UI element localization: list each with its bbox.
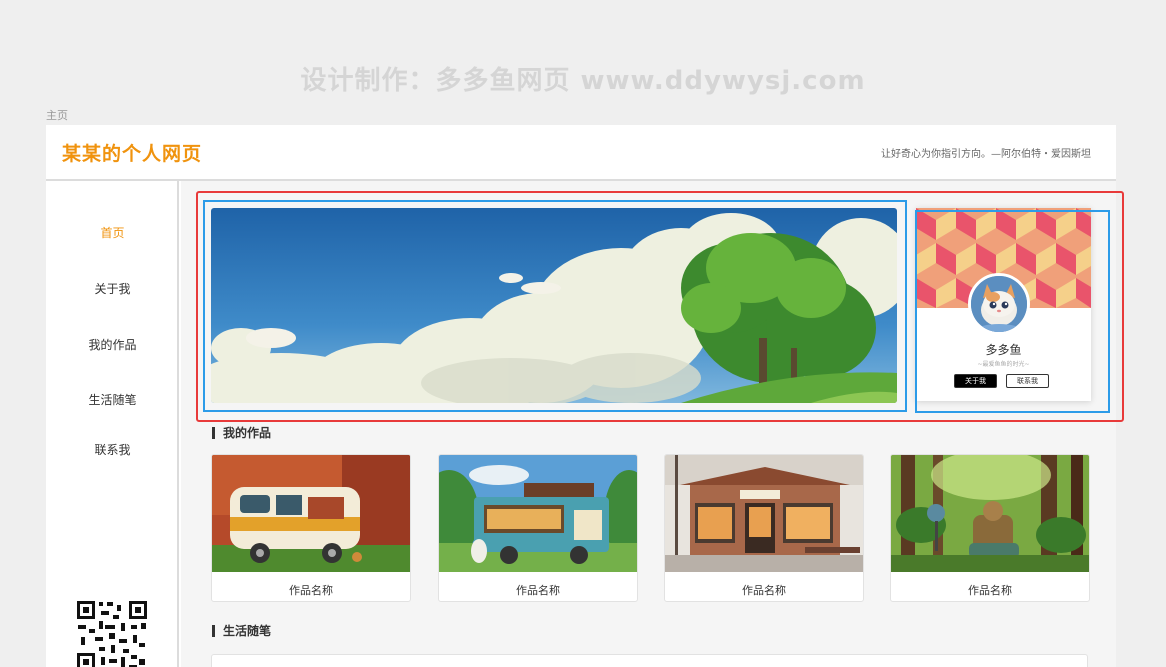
qr-code-icon bbox=[75, 599, 149, 667]
main-content: 多多鱼 ~最爱鱼鱼的时光~ 关于我 联系我 我的作品 作品名称 作品名称 作品名… bbox=[181, 181, 1124, 667]
page-label: 主页 bbox=[46, 109, 68, 122]
site-header: 某某的个人网页 让好奇心为你指引方向。—阿尔伯特・爱因斯坦 bbox=[46, 125, 1116, 181]
sidebar-item-works[interactable]: 我的作品 bbox=[46, 336, 179, 353]
work-image bbox=[212, 455, 410, 572]
work-image bbox=[439, 455, 637, 572]
essay-list bbox=[211, 654, 1088, 667]
work-name: 作品名称 bbox=[742, 584, 786, 597]
work-card[interactable]: 作品名称 bbox=[211, 454, 411, 602]
work-image bbox=[665, 455, 863, 572]
work-card[interactable]: 作品名称 bbox=[890, 454, 1090, 602]
highlight-frame-blue-profile bbox=[915, 210, 1110, 413]
work-image bbox=[891, 455, 1089, 572]
work-name: 作品名称 bbox=[516, 584, 560, 597]
essays-section-title: 生活随笔 bbox=[212, 625, 271, 637]
site-title[interactable]: 某某的个人网页 bbox=[62, 139, 202, 166]
sidebar-item-about[interactable]: 关于我 bbox=[46, 280, 179, 297]
work-name: 作品名称 bbox=[289, 584, 333, 597]
works-section-title: 我的作品 bbox=[212, 427, 271, 439]
sidebar-item-essays[interactable]: 生活随笔 bbox=[46, 391, 179, 408]
sidebar-item-contact[interactable]: 联系我 bbox=[46, 441, 179, 458]
work-card[interactable]: 作品名称 bbox=[664, 454, 864, 602]
watermark: 设计制作：多多鱼网页 www.ddywysj.com bbox=[300, 66, 866, 96]
work-card[interactable]: 作品名称 bbox=[438, 454, 638, 602]
sidebar-item-home[interactable]: 首页 bbox=[46, 224, 179, 241]
work-name: 作品名称 bbox=[968, 584, 1012, 597]
highlight-frame-blue-banner bbox=[203, 200, 907, 412]
sidebar: 首页 关于我 我的作品 生活随笔 联系我 bbox=[46, 181, 179, 667]
site-container: 某某的个人网页 让好奇心为你指引方向。—阿尔伯特・爱因斯坦 首页 关于我 我的作… bbox=[46, 125, 1124, 667]
header-motto: 让好奇心为你指引方向。—阿尔伯特・爱因斯坦 bbox=[881, 148, 1091, 160]
